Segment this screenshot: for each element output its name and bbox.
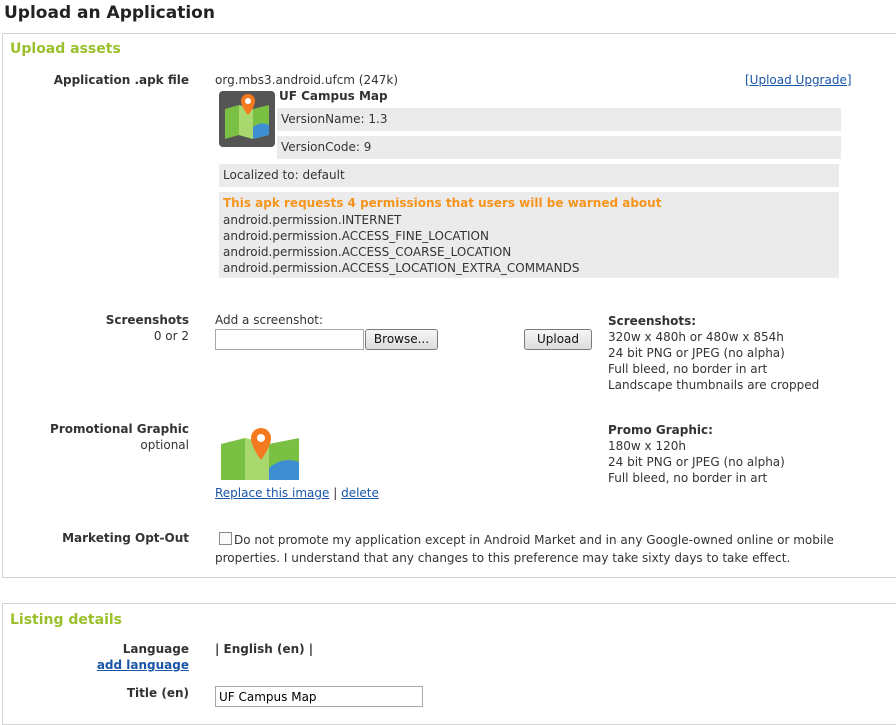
permissions-warning: This apk requests 4 permissions that use… xyxy=(223,196,662,210)
screenshots-info: Screenshots: 320w x 480h or 480w x 854h … xyxy=(608,313,819,393)
promo-label: Promotional Graphic xyxy=(50,422,189,436)
apk-label: Application .apk file xyxy=(53,73,189,87)
browse-button[interactable]: Browse... xyxy=(365,329,438,350)
promo-info-line: 24 bit PNG or JPEG (no alpha) xyxy=(608,455,785,469)
apk-filename: org.mbs3.android.ufcm (247k) xyxy=(215,73,399,87)
promo-info-title: Promo Graphic: xyxy=(608,423,713,437)
upload-assets-section: Upload assets Application .apk file org.… xyxy=(2,33,896,578)
screenshots-info-line: Landscape thumbnails are cropped xyxy=(608,378,820,392)
delete-link[interactable]: delete xyxy=(341,486,379,500)
screenshots-info-title: Screenshots: xyxy=(608,314,697,328)
version-code-box: VersionCode: 9 xyxy=(277,136,841,159)
permissions-list: android.permission.INTERNET android.perm… xyxy=(223,212,579,276)
marketing-text-line2: properties. I understand that any change… xyxy=(215,551,791,565)
screenshots-count: 0 or 2 xyxy=(153,329,189,343)
upload-button[interactable]: Upload xyxy=(524,329,592,350)
title-input[interactable] xyxy=(215,686,423,707)
language-value: | English (en) | xyxy=(215,642,314,656)
marketing-text: Do not promote my application except in … xyxy=(215,531,855,567)
screenshots-info-line: Full bleed, no border in art xyxy=(608,362,768,376)
section-title-listing-details: Listing details xyxy=(10,612,122,628)
add-language-link[interactable]: add language xyxy=(3,658,189,672)
replace-image-link[interactable]: Replace this image xyxy=(215,486,329,500)
app-map-icon xyxy=(219,91,275,147)
screenshots-info-line: 320w x 480h or 480w x 854h xyxy=(608,330,784,344)
permission-item: android.permission.ACCESS_COARSE_LOCATIO… xyxy=(223,245,512,259)
localized-box: Localized to: default xyxy=(219,164,839,187)
title-label: Title (en) xyxy=(126,686,189,700)
promo-map-graphic xyxy=(219,424,303,480)
screenshots-info-line: 24 bit PNG or JPEG (no alpha) xyxy=(608,346,785,360)
version-name-box: VersionName: 1.3 xyxy=(277,108,841,131)
promo-info-line: Full bleed, no border in art xyxy=(608,471,768,485)
promo-links: Replace this image | delete xyxy=(215,486,379,500)
permission-item: android.permission.INTERNET xyxy=(223,213,402,227)
app-name: UF Campus Map xyxy=(279,89,388,103)
add-screenshot-label: Add a screenshot: xyxy=(215,313,324,327)
permission-item: android.permission.ACCESS_LOCATION_EXTRA… xyxy=(223,261,580,275)
page-title: Upload an Application xyxy=(4,3,215,23)
screenshot-file-input[interactable] xyxy=(215,329,364,350)
screenshots-label: Screenshots xyxy=(105,313,189,327)
promo-info-line: 180w x 120h xyxy=(608,439,686,453)
language-label: Language xyxy=(122,642,189,656)
marketing-label: Marketing Opt-Out xyxy=(62,531,189,545)
localized-text: Localized to: default xyxy=(223,168,345,182)
promo-optional: optional xyxy=(140,438,189,452)
upload-upgrade-link[interactable]: [Upload Upgrade] xyxy=(745,73,852,87)
link-separator: | xyxy=(333,486,338,500)
version-code: VersionCode: 9 xyxy=(281,140,372,154)
permissions-box: This apk requests 4 permissions that use… xyxy=(219,192,839,278)
version-name: VersionName: 1.3 xyxy=(281,112,388,126)
marketing-text-line1: Do not promote my application except in … xyxy=(234,533,834,547)
section-title-upload-assets: Upload assets xyxy=(10,41,121,57)
permission-item: android.permission.ACCESS_FINE_LOCATION xyxy=(223,229,489,243)
promo-info: Promo Graphic: 180w x 120h 24 bit PNG or… xyxy=(608,422,785,486)
